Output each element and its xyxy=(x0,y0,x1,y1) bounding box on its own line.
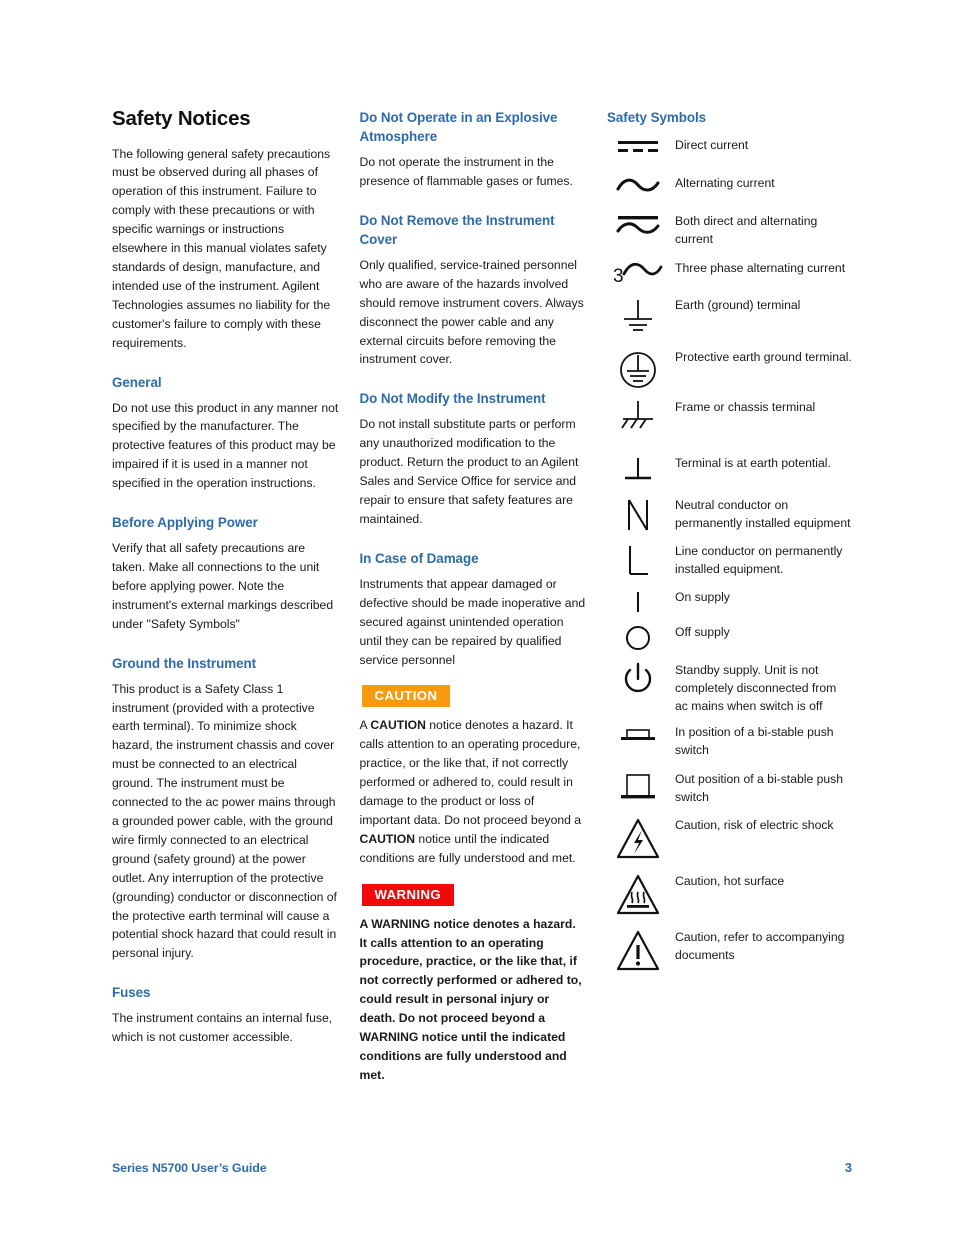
symbol-label: Caution, refer to accompanying documents xyxy=(675,929,845,962)
svg-text:3: 3 xyxy=(613,266,624,286)
symbol-label: Neutral conductor on permanently install… xyxy=(675,497,851,530)
symbol-row: Caution, refer to accompanying documents xyxy=(607,927,852,973)
symbol-label: Out position of a bi-stable push switch xyxy=(675,772,844,805)
column-two: Do Not Operate in an Explosive Atmospher… xyxy=(360,108,587,1089)
frame-or-chassis-terminal-icon xyxy=(607,397,669,435)
symbol-row: Protective earth ground terminal. xyxy=(607,347,852,391)
electric-shock-warning-icon xyxy=(607,815,669,861)
symbol-label: On supply xyxy=(675,589,730,604)
neutral-conductor-icon xyxy=(607,495,669,535)
bistable-push-switch-out-icon xyxy=(607,769,669,803)
body-before-applying-power: Verify that all safety precautions are t… xyxy=(112,541,334,631)
both-direct-and-alternating-current-icon xyxy=(607,211,669,241)
intro-paragraph: The following general safety precautions… xyxy=(112,146,331,350)
symbol-label: Frame or chassis terminal xyxy=(675,399,816,414)
direct-current-icon xyxy=(607,135,669,159)
footer-guide-title: Series N5700 User’s Guide xyxy=(112,1161,267,1175)
symbol-row: Frame or chassis terminal xyxy=(607,397,852,435)
standby-supply-icon xyxy=(607,660,669,696)
symbol-label: Terminal is at earth potential. xyxy=(675,455,831,470)
symbol-row: Direct current xyxy=(607,135,852,159)
heading-safety-symbols: Safety Symbols xyxy=(607,110,707,125)
heading-do-not-modify: Do Not Modify the Instrument xyxy=(359,391,546,407)
symbol-row: Line conductor on permanently installed … xyxy=(607,541,852,579)
heading-do-not-remove-cover: Do Not Remove the Instrument Cover xyxy=(359,212,555,247)
refer-to-documents-warning-icon xyxy=(607,927,669,973)
symbol-row: Standby supply. Unit is not completely d… xyxy=(607,660,852,716)
symbol-row: Earth (ground) terminal xyxy=(607,295,852,339)
caution-text-part-2: notice denotes a hazard. It calls attent… xyxy=(359,718,582,827)
caution-badge: CAUTION xyxy=(361,685,451,708)
symbol-row: Off supply xyxy=(607,622,852,652)
caution-text-part-1: A xyxy=(359,718,371,733)
safety-symbol-list: Direct current Alternating current Both … xyxy=(607,135,852,973)
body-do-not-operate-explosive: Do not operate the instrument in the pre… xyxy=(359,155,573,188)
symbol-label: Alternating current xyxy=(675,176,775,191)
symbol-label: Caution, risk of electric shock xyxy=(675,817,834,832)
symbol-label: Both direct and alternating current xyxy=(675,214,818,247)
line-conductor-icon xyxy=(607,541,669,579)
heading-general: General xyxy=(112,374,162,390)
caution-notice-text: A CAUTION notice denotes a hazard. It ca… xyxy=(360,716,587,867)
hot-surface-warning-icon xyxy=(607,871,669,917)
symbol-label: Earth (ground) terminal xyxy=(675,297,801,312)
symbol-row: Alternating current xyxy=(607,173,852,197)
warning-badge: WARNING xyxy=(361,883,455,906)
symbol-row: Caution, risk of electric shock xyxy=(607,815,852,861)
symbol-row: Both direct and alternating current xyxy=(607,211,852,249)
body-do-not-remove-cover: Only qualified, service-trained personne… xyxy=(359,257,584,367)
terminal-at-earth-potential-icon xyxy=(607,453,669,489)
column-one: Safety Notices The following general saf… xyxy=(112,107,339,1089)
body-do-not-modify: Do not install substitute parts or perfo… xyxy=(359,417,579,526)
heading-fuses: Fuses xyxy=(112,985,151,1001)
warning-notice-text: A WARNING notice denotes a hazard. It ca… xyxy=(359,916,582,1082)
symbol-label: Standby supply. Unit is not completely d… xyxy=(675,662,837,714)
body-fuses: The instrument contains an internal fuse… xyxy=(112,1011,333,1045)
document-page: Safety Notices The following general saf… xyxy=(0,0,954,1235)
caution-keyword-2: CAUTION xyxy=(359,831,416,846)
symbol-label: Protective earth ground terminal. xyxy=(675,349,852,364)
body-ground-the-instrument: This product is a Safety Class 1 instrum… xyxy=(112,681,337,961)
protective-earth-ground-terminal-icon xyxy=(607,347,669,391)
page-title: Safety Notices xyxy=(112,107,251,130)
earth-ground-terminal-icon xyxy=(607,295,669,339)
caution-keyword-1: CAUTION xyxy=(370,718,426,733)
footer-page-number: 3 xyxy=(844,1160,852,1175)
column-three: Safety Symbols Direct current Alternatin… xyxy=(607,108,852,1089)
symbol-row: On supply xyxy=(607,587,852,615)
symbol-row: Terminal is at earth potential. xyxy=(607,453,852,489)
symbol-label: Caution, hot surface xyxy=(675,873,785,888)
bistable-push-switch-in-icon xyxy=(607,722,669,746)
body-in-case-of-damage: Instruments that appear damaged or defec… xyxy=(359,576,586,667)
on-supply-icon xyxy=(607,587,669,615)
off-supply-icon xyxy=(607,622,669,652)
three-phase-alternating-current-icon: 3 xyxy=(607,258,669,286)
alternating-current-icon xyxy=(607,173,669,197)
three-column-layout: Safety Notices The following general saf… xyxy=(112,107,852,1089)
symbol-label: Line conductor on permanently installed … xyxy=(675,543,843,576)
body-general: Do not use this product in any manner no… xyxy=(112,400,339,491)
symbol-row: Out position of a bi-stable push switch xyxy=(607,769,852,807)
heading-do-not-operate-explosive: Do Not Operate in an Explosive Atmospher… xyxy=(359,110,558,145)
symbol-label: In position of a bi-stable push switch xyxy=(675,724,834,757)
symbol-label: Direct current xyxy=(675,138,749,153)
heading-before-applying-power: Before Applying Power xyxy=(112,515,258,531)
symbol-row: 3 Three phase alternating current xyxy=(607,258,852,286)
symbol-label: Off supply xyxy=(675,624,730,639)
symbol-row: Caution, hot surface xyxy=(607,871,852,917)
symbol-label: Three phase alternating current xyxy=(675,260,846,275)
page-footer: Series N5700 User’s Guide 3 xyxy=(112,1160,852,1175)
symbol-row: In position of a bi-stable push switch xyxy=(607,722,852,760)
heading-in-case-of-damage: In Case of Damage xyxy=(359,550,479,566)
heading-ground-the-instrument: Ground the Instrument xyxy=(112,655,257,671)
symbol-row: Neutral conductor on permanently install… xyxy=(607,495,852,535)
